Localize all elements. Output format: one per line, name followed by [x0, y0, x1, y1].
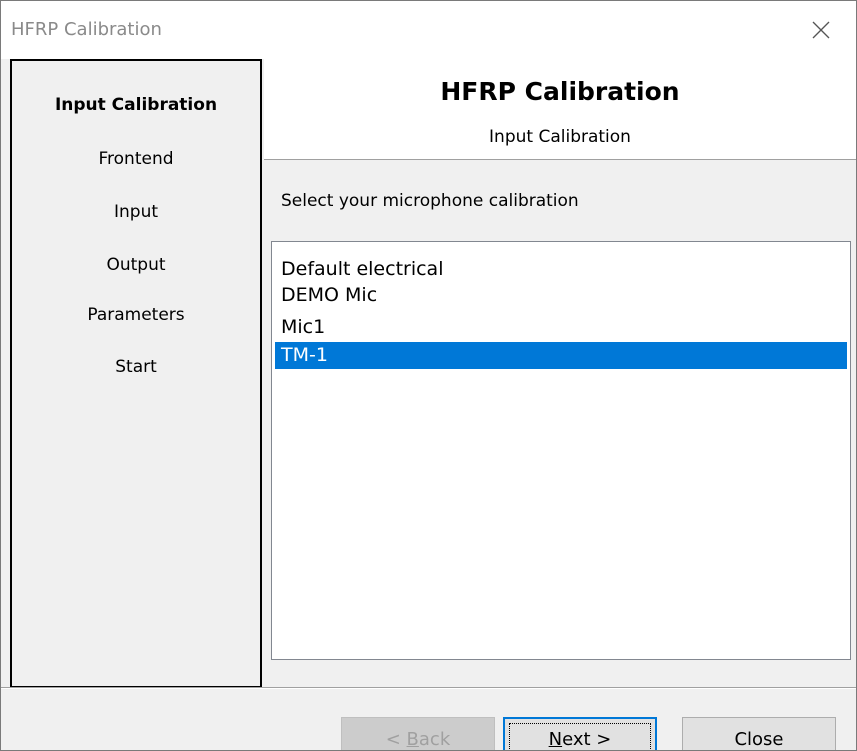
back-button-prefix: <: [385, 728, 407, 750]
page-title: HFRP Calibration: [440, 77, 680, 106]
list-item-selected[interactable]: TM-1: [275, 342, 847, 369]
focus-rectangle: [509, 723, 651, 750]
step-parameters: Parameters: [87, 305, 185, 325]
list-item[interactable]: Mic1: [275, 314, 847, 341]
title-bar: HFRP Calibration: [1, 1, 856, 59]
calibration-listbox[interactable]: Default electrical DEMO Mic Mic1 TM-1: [271, 241, 851, 660]
close-button[interactable]: Close: [682, 717, 836, 750]
step-output: Output: [106, 255, 166, 275]
step-start: Start: [115, 357, 157, 377]
back-button[interactable]: < Back: [341, 717, 495, 750]
close-icon: [812, 21, 830, 39]
window-title: HFRP Calibration: [11, 19, 162, 40]
window-close-button[interactable]: [786, 1, 856, 59]
page-header: HFRP Calibration Input Calibration: [264, 59, 856, 160]
instruction-text: Select your microphone calibration: [281, 191, 579, 211]
back-button-rest: ack: [418, 728, 451, 750]
wizard-steps-sidebar: Input Calibration Frontend Input Output …: [10, 59, 262, 688]
next-button[interactable]: Next >: [503, 717, 657, 750]
back-button-mnemonic: B: [406, 728, 419, 750]
list-item[interactable]: Default electrical: [275, 256, 847, 283]
step-input: Input: [113, 202, 159, 222]
step-input-calibration: Input Calibration: [54, 95, 218, 115]
page-subtitle: Input Calibration: [489, 127, 631, 147]
step-frontend: Frontend: [98, 149, 174, 169]
list-item[interactable]: DEMO Mic: [275, 282, 847, 309]
wizard-window: HFRP Calibration Input Calibration Front…: [0, 0, 857, 751]
footer-separator: [1, 687, 856, 689]
